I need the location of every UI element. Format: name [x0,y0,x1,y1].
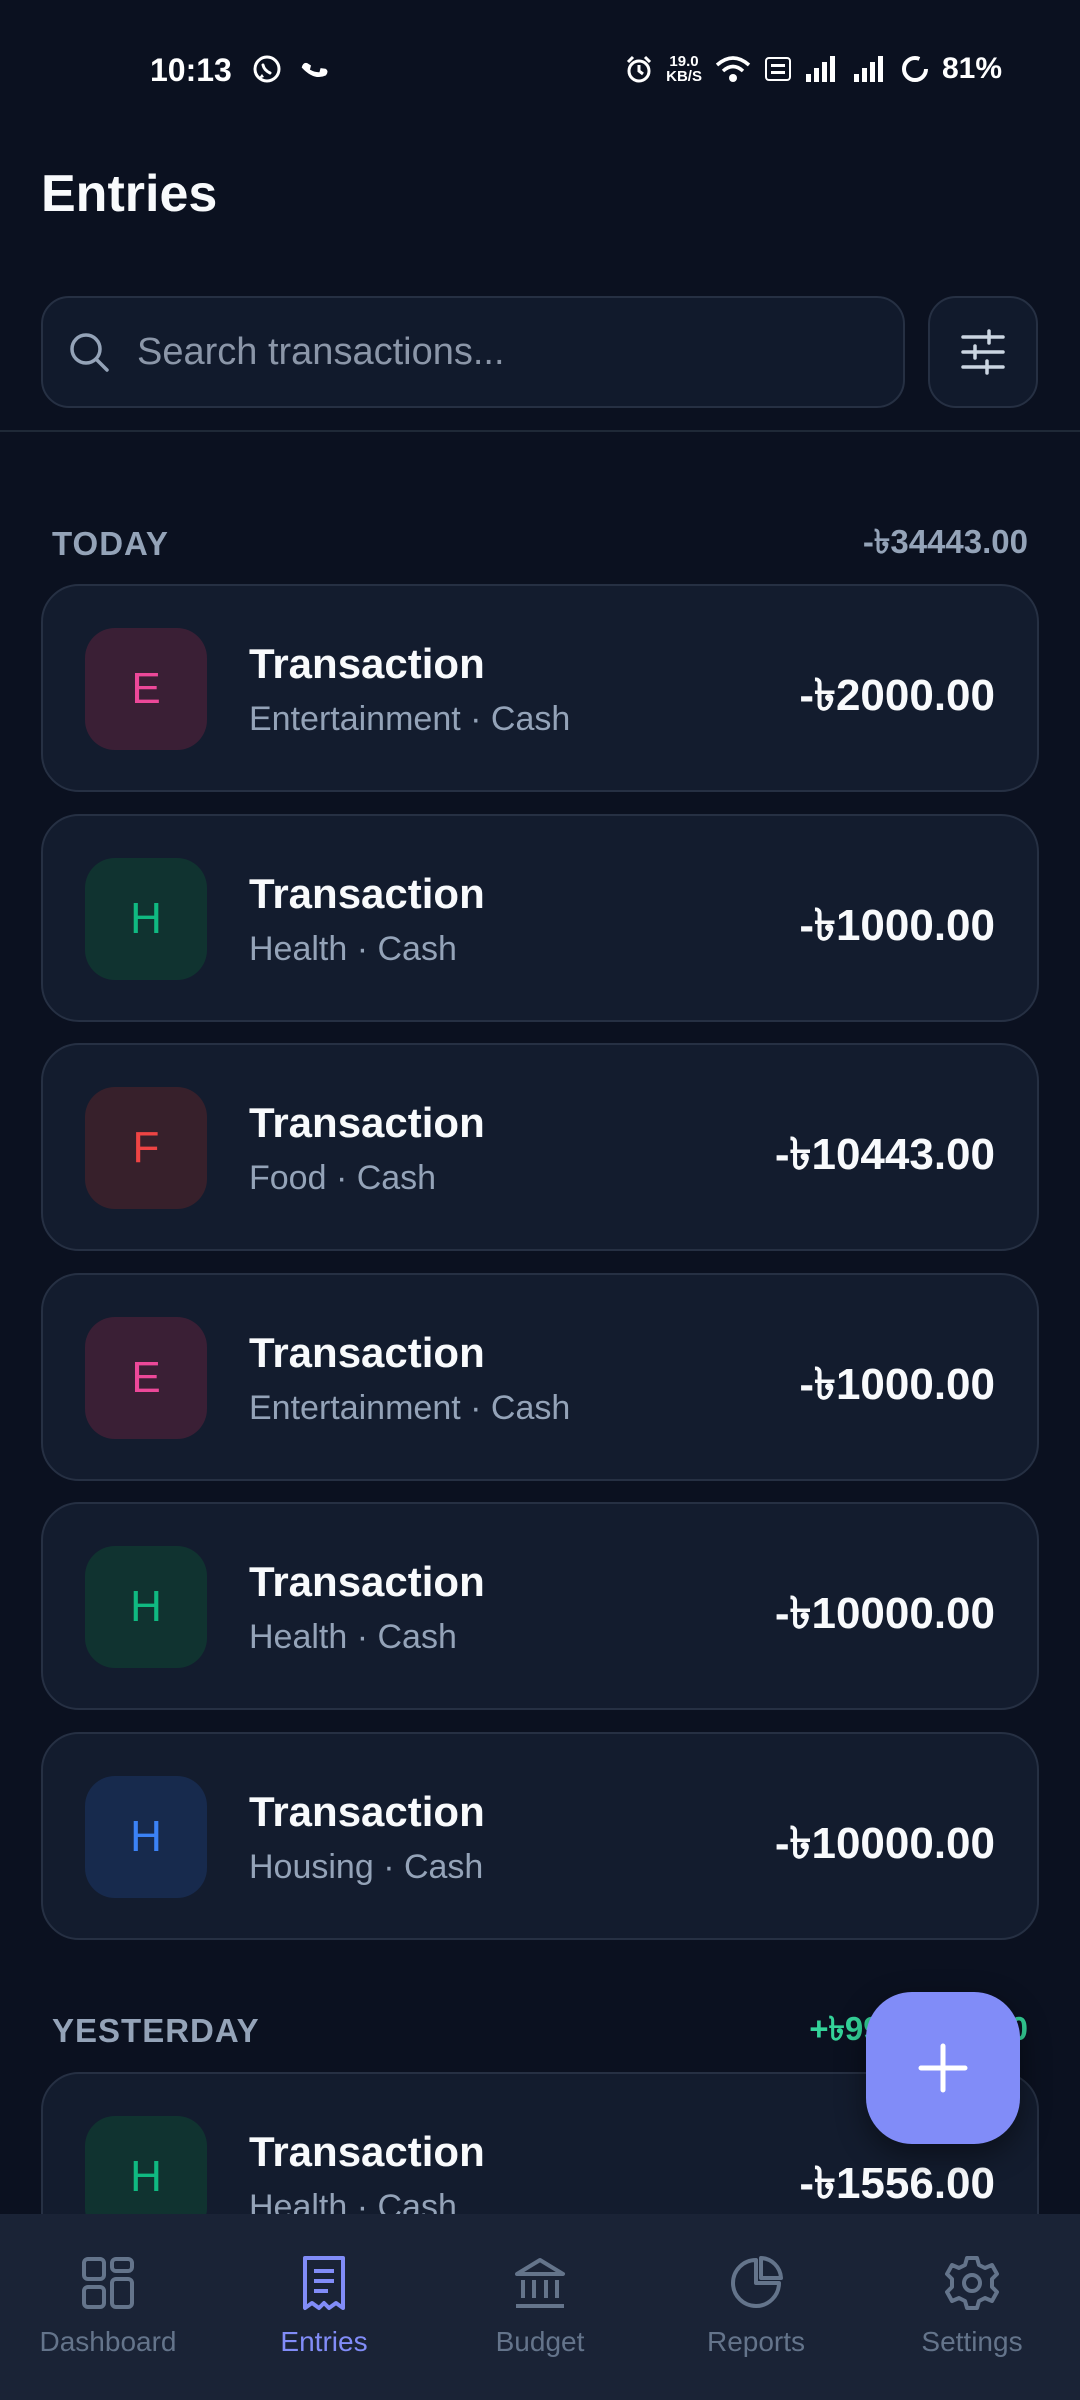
transaction-amount: -৳2000.00 [799,671,995,720]
add-entry-button[interactable] [866,1992,1020,2144]
signal-icon [805,56,835,82]
volte-icon [764,57,791,81]
transaction-meta: Health · Cash [249,930,457,968]
group-total: -৳34443.00 [862,523,1028,560]
filter-button[interactable] [928,296,1038,408]
budget-icon [515,2258,565,2308]
net-speed-value: 19.0 [669,53,699,70]
call-icon [301,62,328,78]
transaction-card[interactable]: E Transaction Entertainment · Cash -৳100… [41,1273,1039,1481]
transaction-meta: Housing · Cash [249,1848,484,1886]
battery-percent: 81% [941,52,1002,85]
reports-icon [731,2256,783,2308]
group-label: YESTERDAY [52,2012,260,2049]
nav-label: Budget [495,2326,585,2357]
sliders-icon [961,329,1005,375]
transaction-amount: -৳10443.00 [774,1130,995,1179]
transaction-meta: Health · Cash [249,1618,457,1656]
app-screen: 10:13 19.0 KB/S 81% Entries Search trans… [0,0,1080,2400]
dashboard-icon [82,2257,134,2309]
transaction-meta: Entertainment · Cash [249,1389,571,1427]
alarm-icon [627,55,652,83]
status-left-icons [252,54,328,84]
transaction-amount: -৳1000.00 [799,1360,995,1409]
gear-icon [945,2256,999,2310]
status-time: 10:13 [150,52,232,88]
nav-label: Reports [706,2326,806,2357]
nav-label: Settings [921,2326,1023,2357]
category-avatar: H [85,858,207,980]
transaction-card[interactable]: F Transaction Food · Cash -৳10443.00 [41,1043,1039,1251]
transaction-amount: -৳10000.00 [774,1819,995,1868]
divider [0,430,1080,432]
whatsapp-icon [253,55,281,83]
category-avatar: F [85,1087,207,1209]
category-avatar: E [85,1317,207,1439]
nav-item-budget[interactable]: Budget [432,2214,648,2400]
category-avatar: H [85,1546,207,1668]
battery-icon [901,56,928,82]
wifi-icon [715,56,751,82]
transaction-name: Transaction [249,2128,485,2175]
signal-icon [853,56,883,82]
transaction-amount: -৳1556.00 [799,2159,995,2208]
search-input[interactable] [137,330,837,374]
transaction-meta: Entertainment · Cash [249,700,571,738]
net-speed: 19.0 KB/S [666,54,702,84]
bottom-nav: Dashboard Entries Budget Reports Setting… [0,2214,1080,2400]
status-bar: 10:13 19.0 KB/S 81% [0,0,1080,140]
nav-item-entries[interactable]: Entries [216,2214,432,2400]
nav-item-dashboard[interactable]: Dashboard [0,2214,216,2400]
transaction-name: Transaction [249,1099,485,1146]
nav-label: Entries [280,2326,368,2357]
transaction-card[interactable]: H Transaction Housing · Cash -৳10000.00 [41,1732,1039,1940]
nav-label: Dashboard [39,2326,177,2357]
transaction-amount: -৳1000.00 [799,901,995,950]
transaction-card[interactable]: H Transaction Health · Cash -৳1000.00 [41,814,1039,1022]
category-avatar: H [85,1776,207,1898]
transaction-meta: Food · Cash [249,1159,437,1197]
transaction-amount: -৳10000.00 [774,1589,995,1638]
transaction-name: Transaction [249,1788,485,1835]
net-speed-unit: KB/S [666,68,702,85]
nav-item-settings[interactable]: Settings [864,2214,1080,2400]
plus-icon [918,2043,968,2093]
transaction-name: Transaction [249,1558,485,1605]
group-label: TODAY [52,525,169,562]
page-title: Entries [41,165,218,223]
nav-item-reports[interactable]: Reports [648,2214,864,2400]
transaction-name: Transaction [249,640,485,687]
transaction-name: Transaction [249,870,485,917]
transaction-card[interactable]: H Transaction Health · Cash -৳10000.00 [41,1502,1039,1710]
status-right: 19.0 KB/S 81% [624,52,1002,86]
category-avatar: E [85,628,207,750]
search-box[interactable] [41,296,905,408]
entries-icon [303,2256,345,2310]
transaction-card[interactable]: E Transaction Entertainment · Cash -৳200… [41,584,1039,792]
transaction-name: Transaction [249,1329,485,1376]
group-header-today: TODAY -৳34443.00 [52,516,1028,572]
search-icon [70,333,109,372]
